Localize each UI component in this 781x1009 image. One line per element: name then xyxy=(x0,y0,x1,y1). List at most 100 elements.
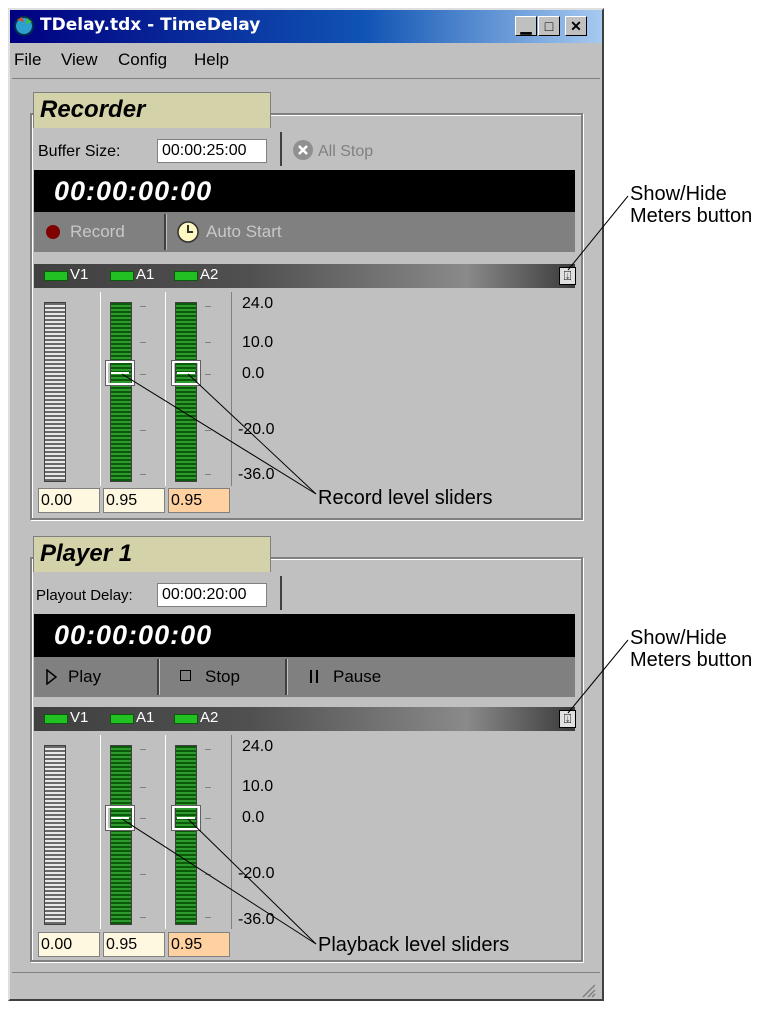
scale-label: 10.0 xyxy=(242,334,274,351)
annotation-playback-sliders: Playback level sliders xyxy=(318,934,510,956)
tick xyxy=(205,430,211,431)
annotation-show-hide-line2: Meters button xyxy=(630,649,753,671)
scale-label: 0.0 xyxy=(242,365,265,382)
playout-delay-field[interactable]: 00:00:20:00 xyxy=(157,583,267,607)
scale-label: 0.0 xyxy=(242,809,265,826)
show-hide-meters-button[interactable]: ⍗ xyxy=(559,710,576,728)
clock-icon xyxy=(177,221,199,243)
tick xyxy=(140,430,146,431)
scale-label: 24.0 xyxy=(242,295,274,312)
annotation-record-sliders: Record level sliders xyxy=(318,487,493,509)
separator xyxy=(164,214,167,250)
stop-button[interactable]: Stop xyxy=(205,667,240,687)
minimize-icon: ▁ xyxy=(520,18,532,34)
scale-label: -20.0 xyxy=(238,865,275,882)
menu-file[interactable]: File xyxy=(14,50,41,70)
separator xyxy=(285,659,288,695)
divider xyxy=(231,292,232,486)
scale-label: -36.0 xyxy=(238,466,275,483)
separator xyxy=(157,659,160,695)
a2-record-level-slider[interactable] xyxy=(172,361,200,385)
channel-v1-label: V1 xyxy=(70,709,89,726)
close-button[interactable]: ✕ xyxy=(565,16,587,36)
annotation-show-hide-line1: Show/Hide xyxy=(630,627,727,649)
close-icon: ✕ xyxy=(570,18,582,34)
scale-label: 24.0 xyxy=(242,738,274,755)
buffer-size-label: Buffer Size: xyxy=(38,143,121,160)
menu-view[interactable]: View xyxy=(61,50,98,70)
tick xyxy=(140,874,146,875)
tick xyxy=(205,874,211,875)
tick xyxy=(205,787,211,788)
record-button[interactable]: Record xyxy=(70,222,125,242)
separator xyxy=(280,576,283,610)
player-timecode: 00:00:00:00 xyxy=(34,614,575,657)
tick xyxy=(205,342,211,343)
auto-start-button[interactable]: Auto Start xyxy=(206,222,282,242)
a1-led[interactable] xyxy=(110,714,134,724)
resize-grip-icon[interactable] xyxy=(580,982,596,998)
tick xyxy=(205,917,211,918)
pause-button[interactable]: Pause xyxy=(333,667,381,687)
v1-value[interactable]: 0.00 xyxy=(38,488,100,513)
player-transport-bar xyxy=(34,657,575,697)
maximize-button[interactable]: □ xyxy=(538,16,560,36)
a2-value[interactable]: 0.95 xyxy=(168,488,230,513)
show-hide-meters-icon: ⍗ xyxy=(563,711,572,726)
tick xyxy=(140,818,146,819)
channel-a1-label: A1 xyxy=(136,266,155,283)
v1-meter xyxy=(44,302,66,482)
v1-meter xyxy=(44,745,66,925)
window-title: TDelay.tdx - TimeDelay xyxy=(40,15,261,35)
buffer-size-field[interactable]: 00:00:25:00 xyxy=(157,139,267,163)
a1-value[interactable]: 0.95 xyxy=(103,932,165,957)
tick xyxy=(140,342,146,343)
status-divider xyxy=(12,972,600,973)
player-tab: Player 1 xyxy=(33,536,271,572)
status-bar xyxy=(10,976,602,998)
minimize-button[interactable]: ▁ xyxy=(515,16,537,36)
separator xyxy=(280,132,283,166)
a1-record-level-slider[interactable] xyxy=(106,361,134,385)
divider xyxy=(165,292,166,486)
tick xyxy=(205,818,211,819)
tick xyxy=(205,306,211,307)
a2-value[interactable]: 0.95 xyxy=(168,932,230,957)
tick xyxy=(140,306,146,307)
divider xyxy=(100,292,101,486)
a1-value[interactable]: 0.95 xyxy=(103,488,165,513)
maximize-icon: □ xyxy=(544,18,554,34)
tick xyxy=(140,374,146,375)
tick xyxy=(205,749,211,750)
divider xyxy=(165,735,166,929)
a1-led[interactable] xyxy=(110,271,134,281)
v1-value[interactable]: 0.00 xyxy=(38,932,100,957)
a2-meter xyxy=(175,745,197,925)
play-button[interactable]: Play xyxy=(68,667,101,687)
show-hide-meters-button[interactable]: ⍗ xyxy=(559,267,576,285)
pause-icon xyxy=(310,670,318,683)
a1-playback-level-slider[interactable] xyxy=(106,806,134,830)
a2-led[interactable] xyxy=(174,714,198,724)
v1-led[interactable] xyxy=(44,714,68,724)
playout-delay-label: Playout Delay: xyxy=(36,587,133,604)
tick xyxy=(140,749,146,750)
menu-help[interactable]: Help xyxy=(194,50,229,70)
stop-icon xyxy=(180,670,191,681)
tick xyxy=(140,474,146,475)
record-icon xyxy=(46,225,60,239)
all-stop-button[interactable]: All Stop xyxy=(318,143,373,161)
a2-led[interactable] xyxy=(174,271,198,281)
a2-playback-level-slider[interactable] xyxy=(172,806,200,830)
a1-meter xyxy=(110,745,132,925)
recorder-tab: Recorder xyxy=(33,92,271,128)
a2-meter xyxy=(175,302,197,482)
scale-label: -20.0 xyxy=(238,421,275,438)
menu-config[interactable]: Config xyxy=(118,50,167,70)
v1-led[interactable] xyxy=(44,271,68,281)
tick xyxy=(140,917,146,918)
menu-bar xyxy=(10,45,602,75)
annotation-show-hide-line1: Show/Hide xyxy=(630,183,727,205)
divider xyxy=(231,735,232,929)
tick xyxy=(205,374,211,375)
